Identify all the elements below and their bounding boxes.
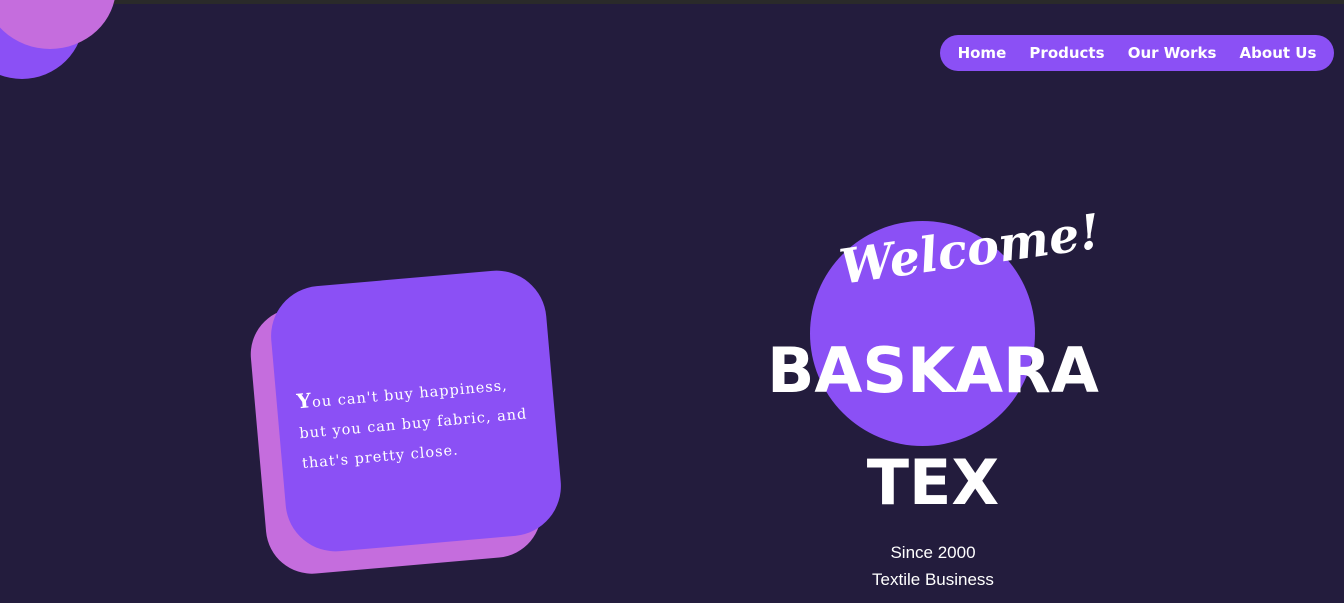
quote-card: You can't buy happiness, but you can buy… [266, 266, 566, 556]
quote-first-letter: Y [295, 388, 313, 414]
brand-name-line-2: TEX [866, 446, 1000, 519]
brand-name-line-1: BASKARA [767, 334, 1099, 407]
quote-body: ou can't buy happiness, but you can buy … [298, 377, 528, 473]
nav-home-link[interactable]: Home [958, 44, 1007, 62]
main-nav: Home Products Our Works About Us [940, 35, 1334, 71]
nav-products-link[interactable]: Products [1029, 44, 1104, 62]
quote-text: You can't buy happiness, but you can buy… [295, 366, 542, 480]
nav-about-us-link[interactable]: About Us [1240, 44, 1317, 62]
top-strip [0, 0, 1344, 4]
tagline-text: Textile Business [872, 570, 994, 589]
nav-our-works-link[interactable]: Our Works [1128, 44, 1217, 62]
since-text: Since 2000 [890, 543, 976, 562]
